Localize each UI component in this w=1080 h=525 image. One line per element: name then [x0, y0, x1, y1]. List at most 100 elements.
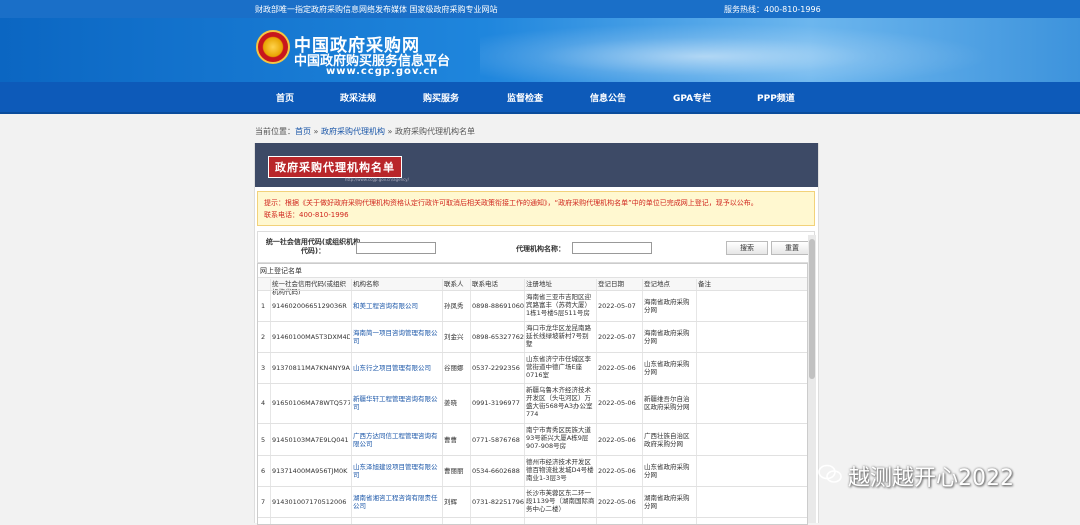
registered-address: 海口市龙华区龙昆南路延长线绿坡新村7号别墅 — [526, 324, 591, 348]
site-banner: 中国政府采购网 中国政府购买服务信息平台 www.ccgp.gov.cn — [0, 18, 1080, 82]
name-label: 代理机构名称： — [516, 245, 565, 253]
table-row: 7 914301007170512006 湖南省湘咨工程咨询有限责任公司 刘辉 … — [258, 486, 807, 518]
breadcrumb-current: 政府采购代理机构名单 — [394, 127, 475, 136]
agency-name-link[interactable]: 和美工程咨询有限公司 — [353, 302, 441, 310]
nav-regulations[interactable]: 政采法规 — [340, 91, 376, 104]
code-label: 统一社会信用代码(或组织机构代码)： — [265, 238, 361, 255]
notice-text: 提示：根据《关于做好政府采购代理机构资格认定行政许可取消后相关政策衔接工作的通知… — [264, 199, 758, 207]
contact-phone: 0771-5876768 — [472, 436, 520, 444]
contact-person: 曹丽丽 — [444, 467, 464, 475]
credit-code: 91370811MA7KN4NY9A — [272, 364, 350, 372]
code-input[interactable] — [356, 242, 436, 254]
register-place: 山东省政府采购分网 — [644, 463, 690, 479]
section-title: 网上登记名单 — [260, 267, 302, 275]
credit-code: 91450103MA7E9LQ041 — [272, 436, 349, 444]
search-form: 统一社会信用代码(或组织机构代码)： 代理机构名称： 搜索 重置 — [257, 231, 815, 263]
register-date: 2022-05-06 — [598, 498, 636, 506]
credit-code: 914301007170512006 — [272, 498, 347, 506]
table-row: 3 91370811MA7KN4NY9A 山东行之项目管理有限公司 谷丽娜 05… — [258, 352, 807, 384]
col-header: 注册地址 — [526, 280, 552, 288]
agency-table: 网上登记名单 统一社会信用代码(或组织机构代码) 机构名称 联系人 联系电话 注… — [257, 263, 808, 525]
register-place: 湖南省政府采购分网 — [644, 494, 690, 510]
register-date: 2022-05-07 — [598, 302, 636, 310]
contact-person: 孙凤秀 — [444, 302, 464, 310]
top-bar: 财政部唯一指定政府采购信息网络发布媒体 国家级政府采购专业网站 服务热线：400… — [0, 0, 1080, 18]
col-header: 联系电话 — [472, 280, 498, 288]
col-header: 备注 — [698, 280, 711, 288]
agency-name-link[interactable]: 新疆华轩工程管理咨询有限公司 — [353, 395, 441, 411]
search-button[interactable]: 搜索 — [726, 241, 768, 255]
register-place: 海南省政府采购分网 — [644, 298, 690, 314]
breadcrumb-prefix: 当前位置： — [255, 127, 295, 136]
table-row: 5 91450103MA7E9LQ041 广西方达同信工程管理咨询有限公司 曹曹… — [258, 423, 807, 456]
reset-button[interactable]: 重置 — [771, 241, 813, 255]
breadcrumb-agency[interactable]: 政府采购代理机构 — [321, 127, 385, 136]
main-nav: 首页 政采法规 购买服务 监督检查 信息公告 GPA专栏 PPP频道 — [0, 82, 1080, 114]
wechat-icon — [818, 464, 842, 483]
row-number: 7 — [261, 498, 266, 506]
register-place: 山东省政府采购分网 — [644, 360, 690, 376]
watermark-text: 越测越开心2022 — [848, 466, 1014, 491]
col-header: 登记日期 — [598, 280, 624, 288]
contact-phone: 0898-65327762 — [472, 333, 524, 341]
row-number: 3 — [261, 364, 266, 372]
table-row: 2 91460100MA5T3DXM4D 海南简一项目咨询管理有限公司 刘金兴 … — [258, 321, 807, 353]
nav-supervision[interactable]: 监督检查 — [507, 91, 543, 104]
header-url: http://www.ccgp.gov.cn/agency/ — [345, 177, 410, 182]
row-number: 4 — [261, 399, 266, 407]
agency-name-link[interactable]: 山东行之项目管理有限公司 — [353, 364, 441, 372]
table-row: 4 91650106MA78WTQ577 新疆华轩工程管理咨询有限公司 姜晓 0… — [258, 383, 807, 424]
registered-address: 德州市经济技术开发区德百物流批发城D4号楼南业1-3层3号 — [526, 458, 594, 482]
table-row — [258, 517, 807, 524]
registered-address: 长沙市芙蓉区东二环一段1139号（湖南国际商务中心二楼） — [526, 489, 595, 513]
credit-code: 91460100MA5T3DXM4D — [272, 333, 350, 341]
table-row: 1 91460200665129036R 和美工程咨询有限公司 孙凤秀 0898… — [258, 290, 807, 322]
national-emblem-icon — [256, 30, 290, 64]
site-slogan: 财政部唯一指定政府采购信息网络发布媒体 国家级政府采购专业网站 — [255, 5, 498, 14]
service-hotline: 服务热线：400-810-1996 — [724, 5, 821, 14]
register-place: 海南省政府采购分网 — [644, 329, 690, 345]
col-header: 联系人 — [444, 280, 464, 288]
credit-code: 91460200665129036R — [272, 302, 347, 310]
agency-name-link[interactable]: 湖南省湘咨工程咨询有限责任公司 — [353, 494, 441, 510]
name-input[interactable] — [572, 242, 652, 254]
contact-person: 姜晓 — [444, 399, 457, 407]
nav-home[interactable]: 首页 — [276, 91, 294, 104]
col-header: 机构名称 — [353, 280, 379, 288]
register-date: 2022-05-07 — [598, 333, 636, 341]
notice-phone: 联系电话：400-810-1996 — [264, 211, 349, 219]
col-header: 登记地点 — [644, 280, 670, 288]
registered-address: 海南省三亚市吉阳区迎宾路富丰（苏荷大厦）1栋1号楼5层511号房 — [526, 293, 591, 317]
banner-decoration — [480, 18, 1040, 82]
agency-name-link[interactable]: 海南简一项目咨询管理有限公司 — [353, 329, 441, 345]
registered-address: 南宁市青秀区民族大道93号新兴大厦A栋9层907-908号房 — [526, 426, 591, 450]
content-panel: 政府采购代理机构名单 http://www.ccgp.gov.cn/agency… — [254, 143, 819, 525]
contact-phone: 0731-82251796 — [472, 498, 524, 506]
breadcrumb-home[interactable]: 首页 — [295, 127, 311, 136]
register-place: 广西壮族自治区政府采购分网 — [644, 432, 690, 448]
contact-person: 刘辉 — [444, 498, 457, 506]
row-number: 1 — [261, 302, 266, 310]
register-place: 新疆维吾尔自治区政府采购分网 — [644, 395, 690, 411]
contact-phone: 0898-88691060 — [472, 302, 524, 310]
row-number: 2 — [261, 333, 266, 341]
table-header-row: 统一社会信用代码(或组织机构代码) 机构名称 联系人 联系电话 注册地址 登记日… — [258, 277, 807, 296]
contact-phone: 0991-3196977 — [472, 399, 520, 407]
register-date: 2022-05-06 — [598, 364, 636, 372]
register-date: 2022-05-06 — [598, 436, 636, 444]
scrollbar-thumb[interactable] — [809, 239, 815, 379]
row-number: 6 — [261, 467, 266, 475]
register-date: 2022-05-06 — [598, 399, 636, 407]
table-row: 6 91371400MA956TJM0K 山东泽旭建设项目管理有限公司 曹丽丽 … — [258, 455, 807, 487]
agency-name-link[interactable]: 广西方达同信工程管理咨询有限公司 — [353, 432, 441, 448]
nav-gpa[interactable]: GPA专栏 — [673, 91, 711, 104]
credit-code: 91650106MA78WTQ577 — [272, 399, 350, 407]
nav-purchase-services[interactable]: 购买服务 — [423, 91, 459, 104]
contact-person: 刘金兴 — [444, 333, 464, 341]
agency-name-link[interactable]: 山东泽旭建设项目管理有限公司 — [353, 463, 441, 479]
logo-url: www.ccgp.gov.cn — [326, 66, 439, 77]
nav-announcements[interactable]: 信息公告 — [590, 91, 626, 104]
table-scrollbar[interactable] — [808, 235, 816, 523]
breadcrumb-sep: » — [311, 127, 321, 136]
nav-ppp[interactable]: PPP频道 — [757, 91, 795, 104]
